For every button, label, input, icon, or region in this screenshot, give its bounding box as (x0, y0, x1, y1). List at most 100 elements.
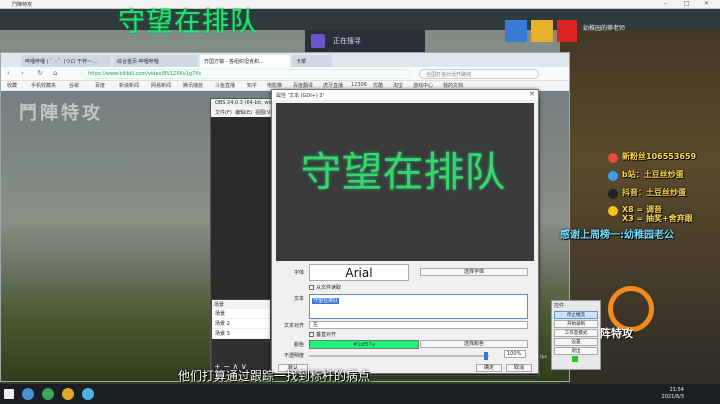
bookmark-item[interactable]: 谷歌 (69, 82, 79, 89)
tab-bilibili[interactable]: 哔哩哔哩 ( ゜- ゜)つロ 干杯~-... (21, 55, 111, 67)
taskbar-app-icon[interactable] (22, 388, 34, 400)
studio-mode-button[interactable]: 工作室模式 (554, 329, 598, 337)
align-select[interactable]: 左 (309, 321, 528, 329)
clock-time: 21:54 (669, 387, 684, 393)
search-badge: 正在搜寻 (305, 30, 425, 52)
menu-file[interactable]: 文件(F) (215, 109, 232, 116)
font-label: 字体 (293, 270, 304, 276)
gift-line: b站：土豆丝炒蛋 (622, 170, 684, 179)
text-input[interactable]: 守望在排队 (309, 294, 528, 319)
status-bar: fps (540, 355, 604, 365)
checkbox-icon (309, 332, 314, 337)
gift-icon (608, 153, 618, 163)
player-title: 鬥陣特攻 (12, 2, 33, 8)
close-icon[interactable]: ✕ (529, 90, 535, 98)
forward-icon[interactable]: › (21, 69, 24, 77)
badge-icon (531, 20, 553, 42)
cancel-button[interactable]: 取消 (506, 364, 532, 372)
bookmark-item[interactable]: 斗鱼直播 (215, 82, 235, 89)
scene-item[interactable]: 场景 (212, 309, 270, 319)
gift-line: X3 = 抽奖+舍弃跟 (622, 214, 693, 223)
from-file-checkbox[interactable]: 从文件读取 (309, 284, 341, 291)
refresh-icon[interactable]: ↻ (37, 69, 43, 77)
overlay-title: 守望在排队 (118, 7, 258, 38)
bookmark-item[interactable]: 网易新闻 (151, 82, 171, 89)
ok-button[interactable]: 确定 (476, 364, 502, 372)
search-badge-label: 正在搜寻 (333, 37, 361, 45)
tab-other[interactable]: 卡菜 (292, 55, 332, 67)
minimize-icon[interactable]: – (664, 0, 667, 7)
slider-track (309, 355, 489, 357)
dialog-title: 属性 '文本 (GDI+) 3' (272, 90, 538, 100)
properties-dialog: 属性 '文本 (GDI+) 3' ✕ 守望在排队 字体 Arial 选择字体 从… (271, 89, 539, 374)
bookmark-item[interactable]: 收藏 (7, 82, 17, 89)
taskbar-app-icon[interactable] (82, 388, 94, 400)
vertical-label: 垂直对齐 (316, 332, 337, 338)
search-input[interactable]: 全国打渔对话开路线 (419, 69, 539, 79)
from-file-label: 从文件读取 (316, 285, 342, 291)
douyin-icon (608, 189, 618, 199)
address-bar: ‹ › ↻ ⌂ https://www.bilibili.com/video/B… (1, 67, 569, 81)
close-icon[interactable]: ✕ (704, 0, 709, 7)
taskbar: 21:54 2021/6/3 (0, 384, 720, 404)
start-icon[interactable] (4, 389, 14, 399)
align-label: 文本对齐 (283, 323, 304, 329)
exit-button[interactable]: 退出 (554, 347, 598, 355)
opacity-slider[interactable] (309, 352, 489, 360)
menu-view[interactable]: 视图(V) (255, 109, 272, 116)
settings-button[interactable]: 设置 (554, 338, 598, 346)
bilibili-icon (608, 171, 618, 181)
logo-icon (311, 34, 325, 48)
opacity-label: 不透明度 (283, 353, 304, 359)
taskbar-app-icon[interactable] (62, 388, 74, 400)
start-record-button[interactable]: 开始录制 (554, 320, 598, 328)
bookmark-item[interactable]: 我的文档 (443, 82, 463, 89)
stop-stream-button[interactable]: 停止推流 (554, 311, 598, 319)
streamer-card: 幼稚园的蒂老师 (505, 18, 675, 44)
video-watermark: 鬥陣特攻 (19, 103, 103, 124)
opacity-input[interactable]: 100% (504, 350, 526, 358)
text-selection: 守望在排队 (312, 298, 340, 304)
scenes-panel: 场景 场景 场景 2 场景 3 + − ∧ ∨ (211, 299, 271, 375)
vertical-checkbox[interactable]: 垂直对齐 (309, 331, 336, 338)
taskbar-app-icon[interactable] (42, 388, 54, 400)
scene-item[interactable]: 场景 2 (212, 319, 270, 329)
bookmark-item[interactable]: 12306 (351, 82, 367, 88)
tab-bar: 哔哩哔哩 ( ゜- ゜)つロ 干杯~-... 综合首页-哔哩哔哩 齐国方镇 - … (1, 53, 569, 67)
scenes-header: 场景 (212, 300, 270, 309)
bookmark-item[interactable]: 电影推 (267, 82, 282, 89)
clock: 21:54 2021/6/3 (662, 387, 684, 401)
clock-date: 2021/6/3 (661, 394, 684, 400)
slider-thumb[interactable] (484, 352, 488, 360)
bookmark-item[interactable]: 百度 (95, 82, 105, 89)
color-label: 颜色 (293, 342, 304, 348)
game-title: 阵特攻 (600, 327, 633, 340)
bookmark-item[interactable]: 新浪新闻 (119, 82, 139, 89)
choose-font-button[interactable]: 选择字体 (420, 268, 528, 276)
choose-color-button[interactable]: 选择颜色 (420, 340, 528, 348)
text-label: 文本 (293, 296, 304, 302)
bookmark-item[interactable]: 淘宝 (393, 82, 403, 89)
flag-icon (557, 20, 577, 42)
bookmark-item[interactable]: 手机收藏夹 (31, 82, 56, 89)
maximize-icon[interactable]: □ (684, 0, 690, 7)
home-icon[interactable]: ⌂ (53, 69, 57, 77)
bookmark-item[interactable]: 腾讯播放 (183, 82, 203, 89)
scene-item[interactable]: 场景 3 (212, 329, 270, 339)
tab-home[interactable]: 综合首页-哔哩哔哩 (113, 55, 198, 67)
video-subtitle: 他们打算通过跟踪一找到标杆的病点 (178, 369, 371, 383)
gift-line: 新粉丝106553659 (622, 152, 697, 161)
url-input[interactable]: https://www.bilibili.com/video/BV1Z6Ky1g… (81, 69, 411, 79)
live-indicator-icon (572, 356, 578, 362)
back-icon[interactable]: ‹ (7, 69, 10, 77)
bookmark-item[interactable]: 优酷 (373, 82, 383, 89)
bookmark-item[interactable]: 百度翻译 (293, 82, 313, 89)
bookmark-item[interactable]: 知乎 (247, 82, 257, 89)
tab-article[interactable]: 齐国方镇 - 各组织坦克和... (200, 55, 290, 67)
menu-edit[interactable]: 编辑(E) (235, 109, 252, 116)
pencil-icon (608, 206, 618, 216)
bookmark-item[interactable]: 游戏中心 (413, 82, 433, 89)
bookmark-item[interactable]: 虎牙直播 (323, 82, 343, 89)
font-preview: Arial (309, 264, 409, 281)
controls-header: 控件 (554, 303, 565, 309)
